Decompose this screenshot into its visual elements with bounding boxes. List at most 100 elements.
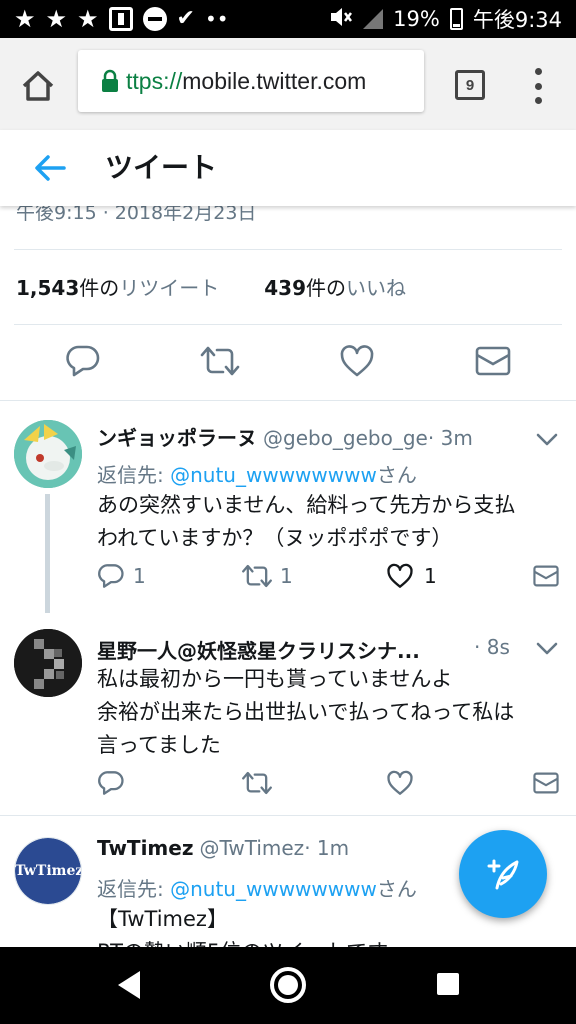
reply-prefix: 返信先: (97, 877, 171, 901)
battery-percent: 19% (393, 7, 440, 31)
clock: 午後9:34 (472, 8, 562, 32)
retweet-label: リツイート (119, 276, 220, 300)
retweet-count: 1 (280, 564, 293, 588)
browser-menu-icon[interactable] (532, 68, 544, 104)
tab-switcher-button[interactable]: 9 (455, 70, 485, 100)
message-button[interactable] (475, 346, 511, 376)
reply-button[interactable]: 1 (97, 563, 146, 589)
tweet-text: あの突然すいません、給料って先方から支払 われていますか？（ヌッポポポです） (97, 493, 516, 550)
reply-button[interactable] (65, 344, 101, 378)
tweet-text: 私は最初から一円も貰っていませんよ 余裕が出来たら出世払いで払ってねって私は 言… (97, 667, 515, 757)
message-button[interactable] (533, 772, 559, 794)
compose-tweet-button[interactable] (459, 830, 547, 918)
reply-handle-link[interactable]: @nutu_wwwwwwww (170, 463, 377, 487)
do-not-disturb-icon (142, 7, 167, 31)
star-icon: ★ (45, 5, 68, 33)
retweet-icon (242, 771, 272, 795)
reply-count: 1 (133, 564, 146, 588)
avatar-text: TwTimez (15, 838, 81, 904)
retweet-stat[interactable]: 1,543件のリツイート (16, 272, 219, 301)
reply-tweet[interactable]: 星野一人@妖怪惑星クラリスシナ... · 8s 私は最初から一円も貰っていません… (0, 613, 576, 815)
chevron-down-icon[interactable] (536, 641, 558, 655)
check-icon: ✔ (176, 6, 195, 31)
like-icon (387, 770, 413, 795)
like-count: 1 (424, 564, 437, 588)
retweet-button[interactable] (240, 770, 274, 796)
back-arrow-icon[interactable] (32, 152, 68, 184)
avatar[interactable]: TwTimez (14, 837, 82, 905)
chevron-down-icon[interactable] (536, 432, 558, 446)
nav-back-icon[interactable] (114, 969, 144, 1005)
star-icon: ★ (14, 5, 36, 33)
user-handle[interactable]: @TwTimez (199, 836, 304, 860)
battery-icon (449, 8, 463, 30)
lock-icon (100, 69, 120, 93)
reply-context: 返信先: @nutu_wwwwwwwwさん (97, 873, 417, 902)
reply-tweet[interactable]: ンギョッポラーヌ @gebo_gebo_ge · 3m 返信先: @nutu_w… (0, 400, 576, 613)
retweet-count: 1,543 (16, 276, 80, 300)
page-title: ツイート (105, 151, 218, 184)
url-scheme: ttps:// (126, 67, 183, 94)
like-button[interactable] (386, 770, 414, 796)
like-icon (340, 345, 374, 377)
reply-suffix: さん (376, 877, 417, 901)
like-count: 439 (264, 276, 307, 300)
user-name[interactable]: TwTimez (97, 836, 193, 860)
avatar[interactable] (14, 420, 82, 488)
tweet-header: ンギョッポラーヌ @gebo_gebo_ge · 3m (97, 422, 473, 451)
reply-suffix: さん (376, 463, 417, 487)
reply-icon (66, 345, 100, 377)
signal-icon (363, 9, 384, 29)
nav-home-icon[interactable] (270, 967, 306, 1003)
notification-icon (108, 7, 133, 31)
user-name[interactable]: 星野一人@妖怪惑星クラリスシナ... (97, 635, 420, 664)
status-bar: ★ ★ ★ ✔ •• 19% 午後9:34 (0, 0, 576, 38)
user-handle[interactable]: @gebo_gebo_ge (263, 426, 428, 450)
tweet-time: · 1m (304, 836, 350, 860)
address-bar[interactable]: ttps:// mobile.twitter.com (78, 50, 424, 112)
divider (14, 249, 562, 250)
tweet-time-wrap: · 8s (474, 635, 510, 659)
system-nav-bar (0, 947, 576, 1024)
like-unit: 件の (306, 276, 347, 300)
tweet-header: TwTimez @TwTimez · 1m (97, 836, 349, 860)
url-host: mobile.twitter.com (182, 67, 367, 94)
tweet-header: 星野一人@妖怪惑星クラリスシナ... (97, 635, 517, 664)
message-icon (533, 565, 559, 587)
reply-context: 返信先: @nutu_wwwwwwwwさん (97, 459, 417, 488)
browser-toolbar: ttps:// mobile.twitter.com 9 (0, 38, 576, 130)
compose-icon (487, 859, 519, 890)
avatar[interactable] (14, 629, 82, 697)
tweet-time: · 8s (474, 635, 510, 659)
reply-button[interactable] (97, 770, 125, 796)
message-icon (533, 772, 559, 794)
like-button[interactable]: 1 (386, 563, 437, 589)
tweet-time: · 3m (427, 426, 473, 450)
tweet-stats: 1,543件のリツイート 439件のいいね (16, 272, 451, 301)
thread-line (45, 494, 50, 613)
home-icon[interactable] (18, 66, 58, 106)
reply-icon (98, 771, 124, 795)
page-header: ツイート (0, 130, 576, 206)
retweet-button[interactable] (198, 344, 242, 378)
tweet-timestamp: 午後9:15 · 2018年2月23日 (16, 206, 257, 224)
reply-prefix: 返信先: (97, 463, 171, 487)
retweet-icon (242, 564, 272, 588)
user-name[interactable]: ンギョッポラーヌ (97, 422, 257, 451)
notification-icons: ★ ★ ★ ✔ •• (14, 7, 229, 31)
like-label: いいね (346, 276, 407, 300)
like-button[interactable] (339, 344, 375, 378)
nav-recents-icon[interactable] (437, 973, 459, 995)
reply-handle-link[interactable]: @nutu_wwwwwwww (170, 877, 377, 901)
retweet-button[interactable]: 1 (240, 563, 293, 589)
reply-icon (98, 564, 124, 588)
retweet-unit: 件の (79, 276, 120, 300)
retweet-icon (200, 346, 240, 376)
star-icon: ★ (77, 5, 99, 33)
mute-icon (329, 6, 353, 33)
like-stat[interactable]: 439件のいいね (264, 272, 406, 301)
divider (14, 324, 562, 325)
message-button[interactable] (533, 565, 559, 587)
message-icon (475, 346, 511, 376)
like-icon (387, 563, 413, 588)
